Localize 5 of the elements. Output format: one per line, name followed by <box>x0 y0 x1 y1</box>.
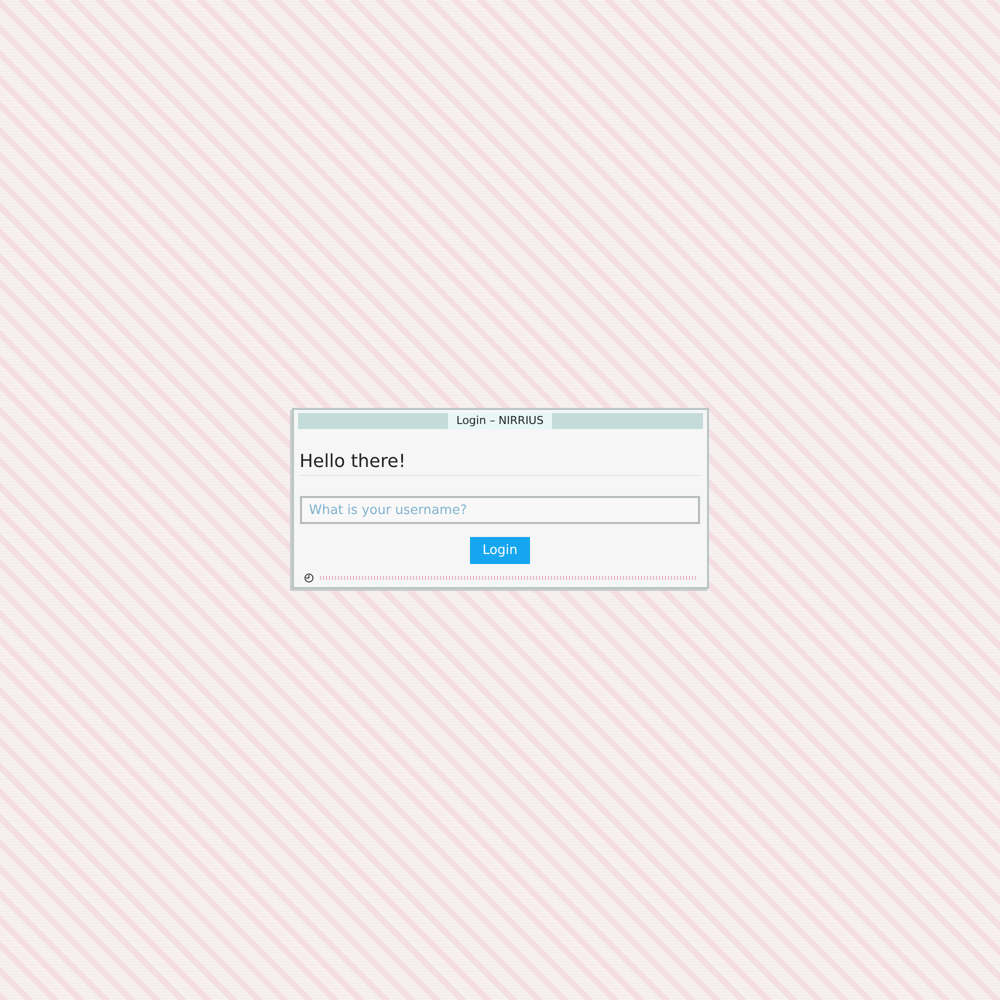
window-title: Login – NIRRIUS <box>448 413 552 429</box>
username-field[interactable]: What is your username? <box>300 496 700 524</box>
greeting-heading: Hello there! <box>300 451 700 476</box>
login-button[interactable]: Login <box>470 537 530 564</box>
clock-icon <box>304 573 314 583</box>
